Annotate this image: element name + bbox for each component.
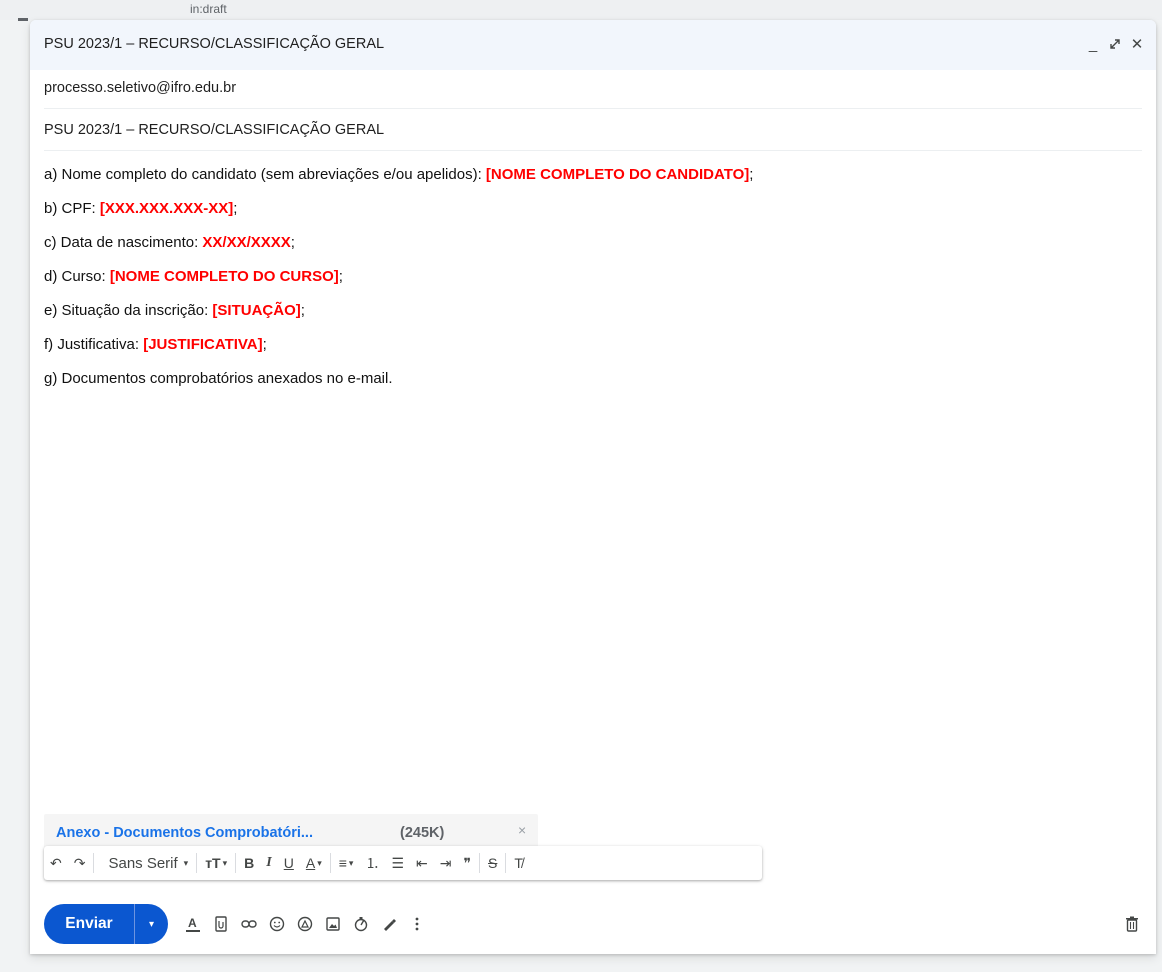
- attachment-name[interactable]: Anexo - Documentos Comprobatóri...: [56, 825, 313, 841]
- placeholder-data-nascimento: XX/XX/XXXX: [202, 234, 291, 251]
- message-body[interactable]: a) Nome completo do candidato (sem abrev…: [44, 158, 1134, 396]
- chevron-down-icon: ▾: [317, 857, 322, 868]
- toolbar-divider: [505, 853, 507, 873]
- svg-text:A: A: [188, 916, 197, 930]
- font-size-select[interactable]: тT ▾: [199, 846, 233, 880]
- placeholder-curso: [NOME COMPLETO DO CURSO]: [109, 268, 339, 285]
- italic-button[interactable]: I: [260, 846, 277, 880]
- emoji-icon[interactable]: [266, 910, 288, 938]
- undo-icon[interactable]: ↶: [44, 846, 68, 880]
- send-button[interactable]: Enviar: [44, 904, 134, 944]
- toolbar-divider: [235, 853, 237, 873]
- font-select[interactable]: Sans Serif ▾: [96, 846, 194, 880]
- compose-title: PSU 2023/1 – RECURSO/CLASSIFICAÇÃO GERAL: [44, 36, 385, 52]
- body-line-g: g) Documentos comprobatórios anexados no…: [44, 370, 393, 387]
- subject-text: PSU 2023/1 – RECURSO/CLASSIFICAÇÃO GERAL: [44, 122, 385, 138]
- compose-window: PSU 2023/1 – RECURSO/CLASSIFICAÇÃO GERAL…: [30, 20, 1156, 954]
- text-color-button[interactable]: A ▾: [300, 846, 328, 880]
- body-line-e: e) Situação da inscrição: [SITUAÇÃO];: [44, 302, 305, 319]
- compose-titlebar[interactable]: PSU 2023/1 – RECURSO/CLASSIFICAÇÃO GERAL…: [30, 20, 1156, 70]
- to-field[interactable]: processo.seletivo@ifro.edu.br: [44, 70, 1142, 109]
- background-app-strip: in:draft: [0, 0, 1162, 21]
- remove-attachment-icon[interactable]: ×: [518, 822, 526, 838]
- body-line-d: d) Curso: [NOME COMPLETO DO CURSO];: [44, 268, 343, 285]
- attachment-size: (245K): [400, 825, 445, 841]
- google-drive-icon[interactable]: [294, 910, 316, 938]
- strikethrough-button[interactable]: S: [482, 846, 503, 880]
- body-line-b: b) CPF: [XXX.XXX.XXX-XX];: [44, 200, 238, 217]
- bold-button[interactable]: B: [238, 846, 260, 880]
- remove-formatting-icon[interactable]: T̸: [508, 846, 529, 880]
- more-options-icon[interactable]: [406, 910, 428, 938]
- body-line-c: c) Data de nascimento: XX/XX/XXXX;: [44, 234, 295, 251]
- toolbar-divider: [329, 853, 331, 873]
- toolbar-divider: [93, 853, 95, 873]
- insert-link-icon[interactable]: [238, 910, 260, 938]
- bottom-toolbar-icons: A: [182, 910, 428, 938]
- compose-bottom-bar: Enviar ▾ A: [44, 904, 1142, 944]
- attach-file-icon[interactable]: [210, 910, 232, 938]
- chevron-down-icon: ▾: [222, 857, 228, 868]
- close-icon[interactable]: ✕: [1130, 34, 1144, 54]
- font-select-label: Sans Serif: [108, 854, 178, 872]
- placeholder-situacao: [SITUAÇÃO]: [212, 302, 301, 319]
- formatting-toolbar: ↶ ↷ Sans Serif ▾ тT ▾ B I U A ▾ ≡ ▾ ⒈ ☰ …: [44, 846, 762, 880]
- align-button[interactable]: ≡ ▾: [333, 846, 360, 880]
- body-line-f: f) Justificativa: [JUSTIFICATIVA];: [44, 336, 267, 353]
- toolbar-divider: [479, 853, 481, 873]
- window-controls: _ ✕: [1086, 34, 1144, 54]
- confidential-mode-icon[interactable]: [350, 910, 372, 938]
- redo-icon[interactable]: ↷: [68, 846, 92, 880]
- indent-less-icon[interactable]: ⇤: [410, 846, 434, 880]
- indent-more-icon[interactable]: ⇥: [434, 846, 458, 880]
- discard-draft-icon[interactable]: [1122, 912, 1142, 936]
- placeholder-nome-candidato: [NOME COMPLETO DO CANDIDATO]: [485, 166, 750, 183]
- numbered-list-icon[interactable]: ⒈: [359, 846, 385, 880]
- minimize-icon[interactable]: _: [1086, 34, 1100, 54]
- align-icon: ≡: [338, 855, 347, 871]
- placeholder-cpf: [XXX.XXX.XXX-XX]: [99, 200, 234, 217]
- bulleted-list-icon[interactable]: ☰: [385, 846, 410, 880]
- text-color-icon: A: [305, 855, 316, 871]
- more-send-options-icon[interactable]: ▾: [135, 904, 168, 944]
- subject-field[interactable]: PSU 2023/1 – RECURSO/CLASSIFICAÇÃO GERAL: [44, 112, 1142, 151]
- font-size-icon: тT: [205, 855, 221, 871]
- placeholder-justificativa: [JUSTIFICATIVA]: [143, 336, 263, 353]
- chevron-down-icon: ▾: [348, 857, 354, 868]
- formatting-options-icon[interactable]: A: [182, 910, 204, 938]
- insert-photo-icon[interactable]: [322, 910, 344, 938]
- body-line-a: a) Nome completo do candidato (sem abrev…: [44, 166, 754, 183]
- recipient-address: processo.seletivo@ifro.edu.br: [44, 80, 237, 96]
- expand-icon[interactable]: [1108, 34, 1122, 54]
- quote-icon[interactable]: ❞: [457, 846, 477, 880]
- toolbar-divider: [196, 853, 198, 873]
- underline-button[interactable]: U: [278, 846, 300, 880]
- signature-icon[interactable]: [378, 910, 400, 938]
- chevron-down-icon: ▾: [183, 857, 189, 868]
- send-button-group: Enviar ▾: [44, 904, 168, 944]
